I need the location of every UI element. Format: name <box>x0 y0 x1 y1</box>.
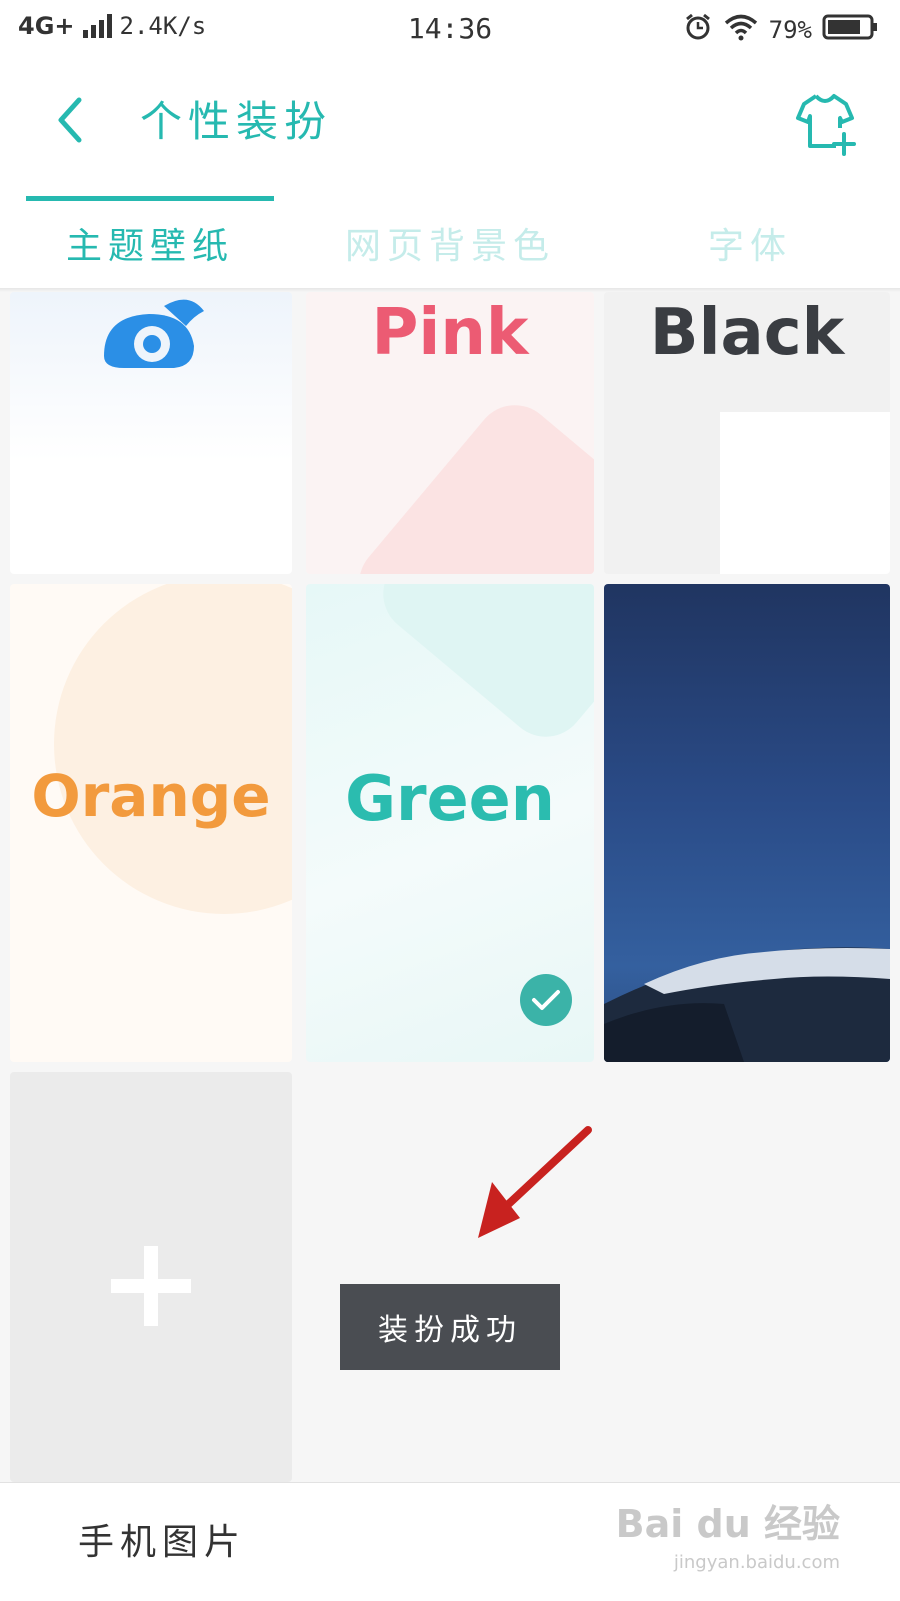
black-decoration <box>720 412 890 574</box>
status-right: 79% <box>683 12 880 48</box>
tab-font[interactable]: 字体 <box>620 200 880 286</box>
selected-check-icon <box>520 974 572 1026</box>
uc-squirrel-logo <box>104 299 204 368</box>
watermark: Bai du 经验 jingyan.baidu.com <box>616 1493 840 1573</box>
wifi-icon <box>723 13 759 47</box>
active-tab-indicator <box>26 196 274 201</box>
watermark-brand: Bai du 经验 <box>615 1502 840 1546</box>
battery-icon <box>822 13 880 47</box>
annotation-arrow-icon <box>478 1126 592 1238</box>
watermark-url: jingyan.baidu.com <box>673 1552 840 1573</box>
tab-theme-wallpaper[interactable]: 主题壁纸 <box>26 200 274 286</box>
pink-decoration <box>342 388 594 574</box>
theme-tile-orange[interactable]: Orange <box>10 584 292 1062</box>
tab-bar: 主题壁纸 网页背景色 字体 <box>0 200 900 290</box>
theme-tile-uc[interactable] <box>10 292 292 574</box>
tab-web-background[interactable]: 网页背景色 <box>300 200 600 286</box>
theme-label-green: Green <box>345 762 555 835</box>
shirt-add-icon <box>796 94 856 156</box>
chevron-left-icon <box>58 97 82 143</box>
page-title: 个性装扮 <box>140 97 333 146</box>
theme-tile-mountain[interactable] <box>604 584 890 1062</box>
add-outfit-button[interactable] <box>794 88 864 158</box>
status-bar: 4G+ 2.4K/s 14:36 79% <box>0 0 900 60</box>
phone-photos-button[interactable]: 手机图片 <box>78 1513 246 1565</box>
theme-tile-pink[interactable]: Pink <box>306 292 594 574</box>
toast-message: 装扮成功 <box>340 1284 560 1370</box>
theme-label-pink: Pink <box>371 296 529 370</box>
orange-decoration <box>54 584 292 914</box>
back-button[interactable] <box>40 80 100 160</box>
snowy-mountain-wallpaper <box>604 947 890 1062</box>
battery-percent: 79% <box>768 16 812 44</box>
theme-label-black: Black <box>649 296 845 370</box>
theme-tile-green[interactable]: Green <box>306 584 594 1062</box>
bottom-bar: 手机图片 Bai du 经验 jingyan.baidu.com <box>0 1482 900 1601</box>
theme-label-orange: Orange <box>31 762 271 830</box>
app-header: 个性装扮 主题壁纸 网页背景色 字体 <box>0 60 900 290</box>
theme-tile-black[interactable]: Black <box>604 292 890 574</box>
add-photo-tile[interactable] <box>10 1072 292 1482</box>
plus-icon <box>111 1246 191 1326</box>
green-decoration <box>366 584 594 754</box>
alarm-icon <box>683 12 713 48</box>
